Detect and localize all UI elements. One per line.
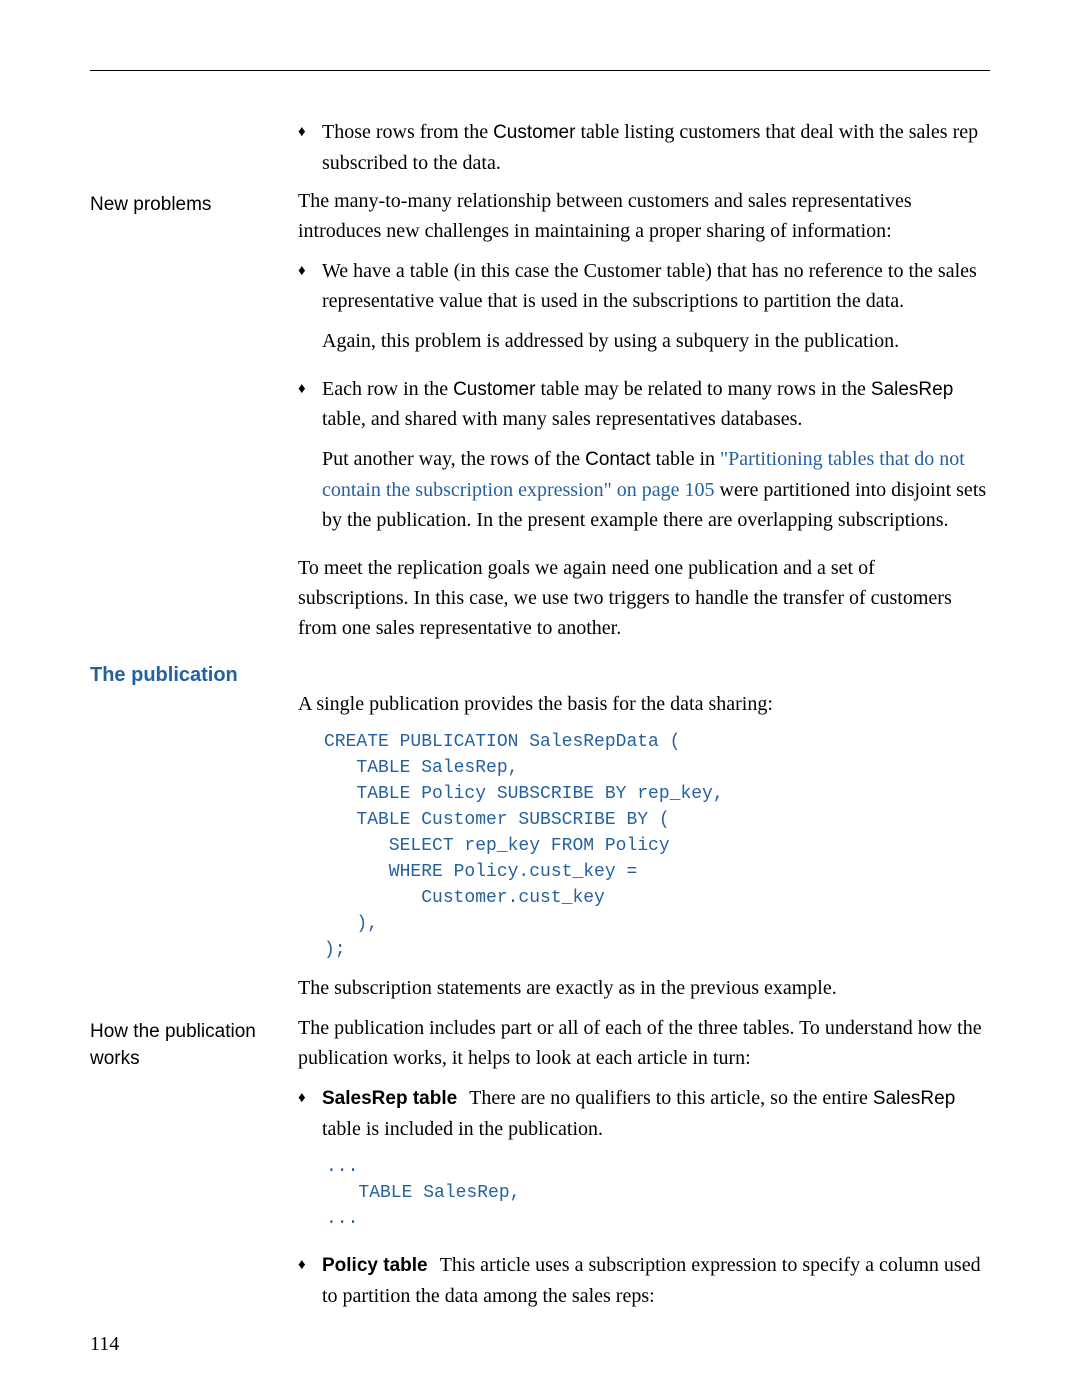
bullet-text: Those rows from the Customer table listi… — [322, 117, 990, 178]
code-create-publication: CREATE PUBLICATION SalesRepData ( TABLE … — [324, 729, 990, 964]
how-b1-text: SalesRep table There are no qualifiers to… — [322, 1083, 990, 1144]
inline-code-salesrep: SalesRep — [873, 1088, 955, 1109]
code-table-salesrep: ... TABLE SalesRep, ... — [326, 1154, 990, 1232]
bullet-text: SalesRep table There are no qualifiers to… — [322, 1083, 990, 1242]
np-bullet-1: ♦ We have a table (in this case the Cust… — [298, 256, 990, 366]
how-works-body: The publication includes part or all of … — [298, 1013, 990, 1328]
text: There are no qualifiers to this article,… — [469, 1087, 873, 1109]
text: Those rows from the — [322, 121, 493, 143]
pub-after: The subscription statements are exactly … — [298, 973, 990, 1003]
pub-empty — [298, 653, 990, 685]
text: table, and shared with many sales repres… — [322, 408, 802, 430]
main-top-bullet: ♦ Those rows from the Customer table lis… — [298, 111, 990, 186]
publication-body: A single publication provides the basis … — [298, 689, 990, 1014]
bullet-text: We have a table (in this case the Custom… — [322, 256, 990, 366]
np-b1-text: We have a table (in this case the Custom… — [322, 256, 990, 316]
page-number: 114 — [90, 1333, 119, 1356]
text: Each row in the — [322, 378, 453, 400]
section-the-publication: The publication — [90, 661, 270, 689]
how-bullet-salesrep: ♦ SalesRep table There are no qualifiers … — [298, 1083, 990, 1242]
runin-policy-table: Policy table — [322, 1255, 428, 1276]
how-intro: The publication includes part or all of … — [298, 1013, 990, 1073]
runin-salesrep-table: SalesRep table — [322, 1088, 457, 1109]
np-intro: The many-to-many relationship between cu… — [298, 186, 990, 246]
inline-code-customer: Customer — [493, 122, 575, 143]
inline-code-customer: Customer — [453, 379, 535, 400]
text: Put another way, the rows of the — [322, 448, 585, 470]
how-b2-text: Policy tableThis article uses a subscrip… — [322, 1250, 990, 1311]
diamond-icon: ♦ — [298, 256, 322, 366]
bullet-customer-rows: ♦ Those rows from the Customer table lis… — [298, 117, 990, 178]
diamond-icon: ♦ — [298, 117, 322, 178]
text: table is included in the publication. — [322, 1118, 603, 1140]
diamond-icon: ♦ — [298, 1083, 322, 1242]
np-b2-p2: Put another way, the rows of the Contact… — [322, 444, 990, 535]
diamond-icon: ♦ — [298, 1250, 322, 1321]
np-close: To meet the replication goals we again n… — [298, 553, 990, 643]
pub-intro: A single publication provides the basis … — [298, 689, 990, 719]
bullet-text: Each row in the Customer table may be re… — [322, 374, 990, 545]
inline-code-contact: Contact — [585, 449, 650, 470]
content-grid: ♦ Those rows from the Customer table lis… — [90, 111, 990, 1329]
sidebar-new-problems: New problems — [90, 186, 270, 653]
np-b1-follow: Again, this problem is addressed by usin… — [322, 326, 990, 356]
np-b2-p1: Each row in the Customer table may be re… — [322, 374, 990, 435]
new-problems-body: The many-to-many relationship between cu… — [298, 186, 990, 653]
diamond-icon: ♦ — [298, 374, 322, 545]
sidebar-empty — [90, 111, 270, 186]
inline-code-salesrep: SalesRep — [871, 379, 953, 400]
how-bullet-policy: ♦ Policy tableThis article uses a subscr… — [298, 1250, 990, 1321]
sidebar-empty — [90, 689, 270, 1014]
sidebar-how-works: How the publication works — [90, 1013, 270, 1328]
text: table in — [651, 448, 720, 470]
np-bullet-2: ♦ Each row in the Customer table may be … — [298, 374, 990, 545]
top-rule — [90, 70, 990, 71]
bullet-text: Policy tableThis article uses a subscrip… — [322, 1250, 990, 1321]
text: table may be related to many rows in the — [535, 378, 870, 400]
